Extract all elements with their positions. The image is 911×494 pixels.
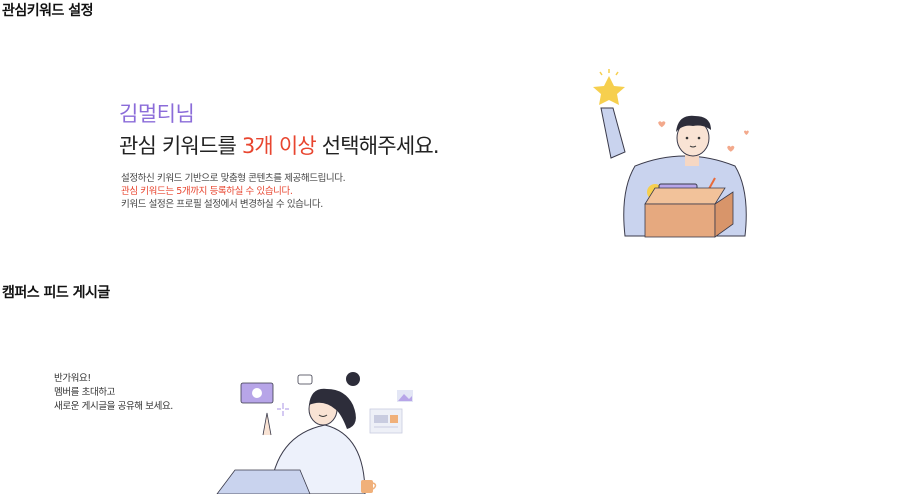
star-icon (593, 69, 625, 105)
feed-line-3: 새로운 게시글을 공유해 보세요. (54, 401, 173, 412)
feed-line-2: 멤버를 초대하고 (54, 387, 115, 398)
feed-description: 반가워요! 멤버를 초대하고 새로운 게시글을 공유해 보세요. (54, 372, 173, 414)
user-name: 김멀티님 (119, 102, 195, 126)
desc-line-3: 키워드 설정은 프로필 설정에서 변경하실 수 있습니다. (121, 199, 323, 210)
keyword-description: 설정하신 키워드 기반으로 맞춤형 콘텐츠를 제공해드립니다. 관심 키워드는 … (121, 172, 346, 211)
chat-bubble-icon (297, 374, 313, 385)
cup-icon (361, 480, 377, 493)
headline-suffix: 선택해주세요. (315, 134, 440, 158)
keyword-illustration (593, 69, 749, 238)
desc-line-2: 관심 키워드는 5개까지 등록하실 수 있습니다. (121, 186, 293, 197)
video-card-icon (240, 382, 274, 404)
heart-icon (658, 121, 666, 128)
box-icon (644, 187, 734, 238)
headline-prefix: 관심 키워드를 (119, 134, 242, 158)
feed-section-title: 캠퍼스 피드 게시글 (2, 285, 110, 301)
heart-icon (727, 145, 735, 152)
feed-illustration (216, 372, 413, 494)
document-card-icon (369, 408, 403, 434)
keyword-section-title: 관심키워드 설정 (2, 3, 94, 19)
image-icon (397, 390, 413, 402)
sparkle-icon (277, 403, 289, 416)
desc-line-1: 설정하신 키워드 기반으로 맞춤형 콘텐츠를 제공해드립니다. (121, 173, 346, 184)
headline-accent: 3개 이상 (241, 134, 317, 158)
person-head (676, 115, 711, 157)
feed-line-1: 반가워요! (54, 373, 91, 384)
keyword-headline: 관심 키워드를 3개 이상 선택해주세요. (119, 130, 440, 160)
heart-icon (744, 130, 749, 135)
laptop-icon (216, 469, 311, 494)
person-head (308, 372, 360, 429)
